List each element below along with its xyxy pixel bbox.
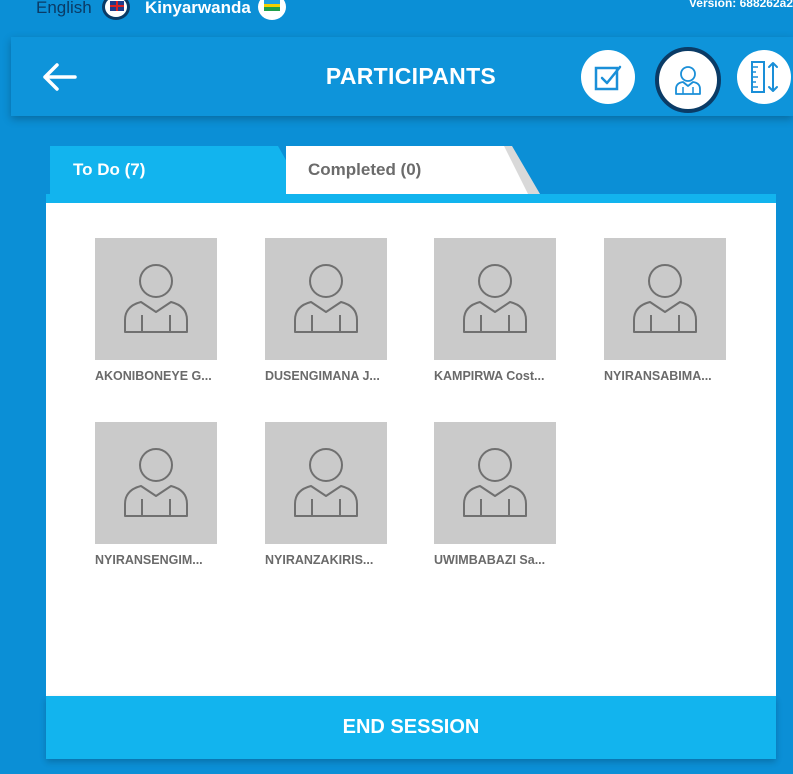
person-placeholder-icon [294, 264, 358, 333]
avatar [434, 422, 556, 544]
tab-to-do[interactable]: To Do (7) [50, 146, 305, 194]
participant-name: KAMPIRWA Cost... [434, 369, 545, 383]
participant-card[interactable]: NYIRANSENGIM... [95, 422, 227, 567]
participants-button[interactable] [655, 47, 721, 113]
person-placeholder-icon [463, 448, 527, 517]
participants-panel: AKONIBONEYE G... DUSENGIMANA J... KAMPIR… [46, 203, 776, 696]
participant-card[interactable]: KAMPIRWA Cost... [434, 238, 566, 383]
participant-card[interactable]: AKONIBONEYE G... [95, 238, 227, 383]
tab-completed-label: Completed (0) [308, 160, 422, 179]
person-placeholder-icon [463, 264, 527, 333]
tab-to-do-label: To Do (7) [73, 160, 146, 179]
person-placeholder-icon [294, 448, 358, 517]
end-session-button[interactable]: END SESSION [46, 696, 776, 759]
avatar [95, 422, 217, 544]
participant-card[interactable]: NYIRANZAKIRIS... [265, 422, 397, 567]
header-bar: PARTICIPANTS [11, 37, 793, 116]
participant-name: NYIRANSENGIM... [95, 553, 203, 567]
person-placeholder-icon [633, 264, 697, 333]
measure-icon [751, 61, 778, 93]
avatar [434, 238, 556, 360]
participant-name: NYIRANZAKIRIS... [265, 553, 374, 567]
checkbox-icon [594, 65, 622, 91]
participant-name: NYIRANSABIMA... [604, 369, 712, 383]
language-bar: English Kinyarwanda Version: 688262a2 [0, 0, 793, 24]
panel-top-border [46, 194, 776, 203]
version-label: Version: 688262a2 [688, 0, 793, 10]
avatar [265, 422, 387, 544]
language-english[interactable]: English [36, 0, 92, 18]
checklist-button[interactable] [581, 50, 635, 104]
avatar [604, 238, 726, 360]
rwanda-flag-icon[interactable] [258, 0, 286, 20]
participant-name: AKONIBONEYE G... [95, 369, 212, 383]
person-placeholder-icon [124, 448, 188, 517]
uk-flag-icon[interactable] [102, 0, 130, 20]
participant-name: DUSENGIMANA J... [265, 369, 380, 383]
avatar [95, 238, 217, 360]
measurement-button[interactable] [737, 50, 791, 104]
participant-card[interactable]: NYIRANSABIMA... [604, 238, 736, 383]
participant-card[interactable]: UWIMBABAZI Sa... [434, 422, 566, 567]
tab-completed[interactable]: Completed (0) [286, 146, 540, 194]
language-kinyarwanda[interactable]: Kinyarwanda [145, 0, 251, 18]
person-placeholder-icon [124, 264, 188, 333]
participant-card[interactable]: DUSENGIMANA J... [265, 238, 397, 383]
user-icon [675, 66, 701, 95]
participant-name: UWIMBABAZI Sa... [434, 553, 546, 567]
avatar [265, 238, 387, 360]
